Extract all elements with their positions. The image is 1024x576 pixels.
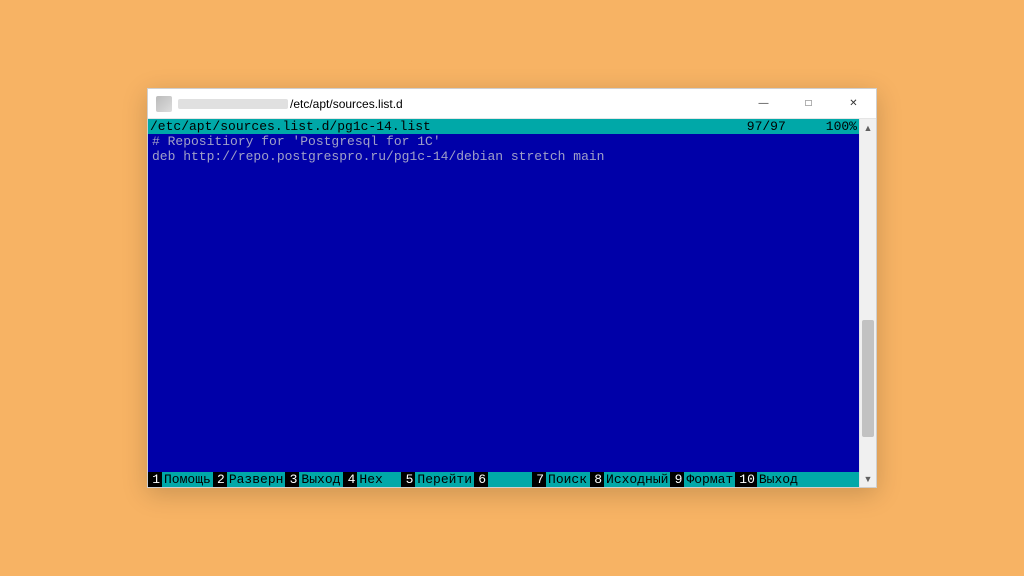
vertical-scrollbar[interactable]: ▲ ▼ xyxy=(859,119,876,487)
fkey-2[interactable]: 2Разверн xyxy=(213,472,286,487)
scroll-down-button[interactable]: ▼ xyxy=(860,470,876,487)
fkey-3[interactable]: 3Выход xyxy=(285,472,343,487)
editor-line-2: deb http://repo.postgrespro.ru/pg1c-14/d… xyxy=(152,149,604,164)
fkey-6[interactable]: 6 xyxy=(474,472,532,487)
editor-statusbar: /etc/apt/sources.list.d/pg1c-14.list 97/… xyxy=(148,119,859,134)
fkey-9[interactable]: 9Формат xyxy=(670,472,735,487)
close-button[interactable]: ✕ xyxy=(831,89,876,119)
fkey-7[interactable]: 7Поиск xyxy=(532,472,590,487)
scroll-track[interactable] xyxy=(860,136,876,470)
terminal[interactable]: /etc/apt/sources.list.d/pg1c-14.list 97/… xyxy=(148,119,859,487)
fkey-1[interactable]: 1Помощь xyxy=(148,472,213,487)
titlebar[interactable]: /etc/apt/sources.list.d — □ ✕ xyxy=(148,89,876,119)
fkey-bar: 1Помощь 2Разверн 3Выход 4Hex 5Перейти 6 … xyxy=(148,472,859,487)
app-icon xyxy=(156,96,172,112)
fkey-4[interactable]: 4Hex xyxy=(343,472,401,487)
title-obscured xyxy=(178,99,288,109)
fkey-10[interactable]: 10Выход xyxy=(735,472,801,487)
editor-line-1: # Repositiory for 'Postgresql for 1C' xyxy=(152,134,441,149)
app-window: /etc/apt/sources.list.d — □ ✕ /etc/apt/s… xyxy=(147,88,877,488)
status-file: /etc/apt/sources.list.d/pg1c-14.list xyxy=(150,119,747,134)
scroll-thumb[interactable] xyxy=(862,320,874,437)
fkey-8[interactable]: 8Исходный xyxy=(590,472,670,487)
minimize-button[interactable]: — xyxy=(741,89,786,119)
fkey-5[interactable]: 5Перейти xyxy=(401,472,474,487)
scroll-up-button[interactable]: ▲ xyxy=(860,119,876,136)
maximize-button[interactable]: □ xyxy=(786,89,831,119)
editor-content[interactable]: # Repositiory for 'Postgresql for 1C' de… xyxy=(148,134,859,472)
window-title: /etc/apt/sources.list.d xyxy=(290,97,403,111)
client-area: /etc/apt/sources.list.d/pg1c-14.list 97/… xyxy=(148,119,876,487)
status-percent: 100% xyxy=(826,119,857,134)
status-position: 97/97 xyxy=(747,119,786,134)
